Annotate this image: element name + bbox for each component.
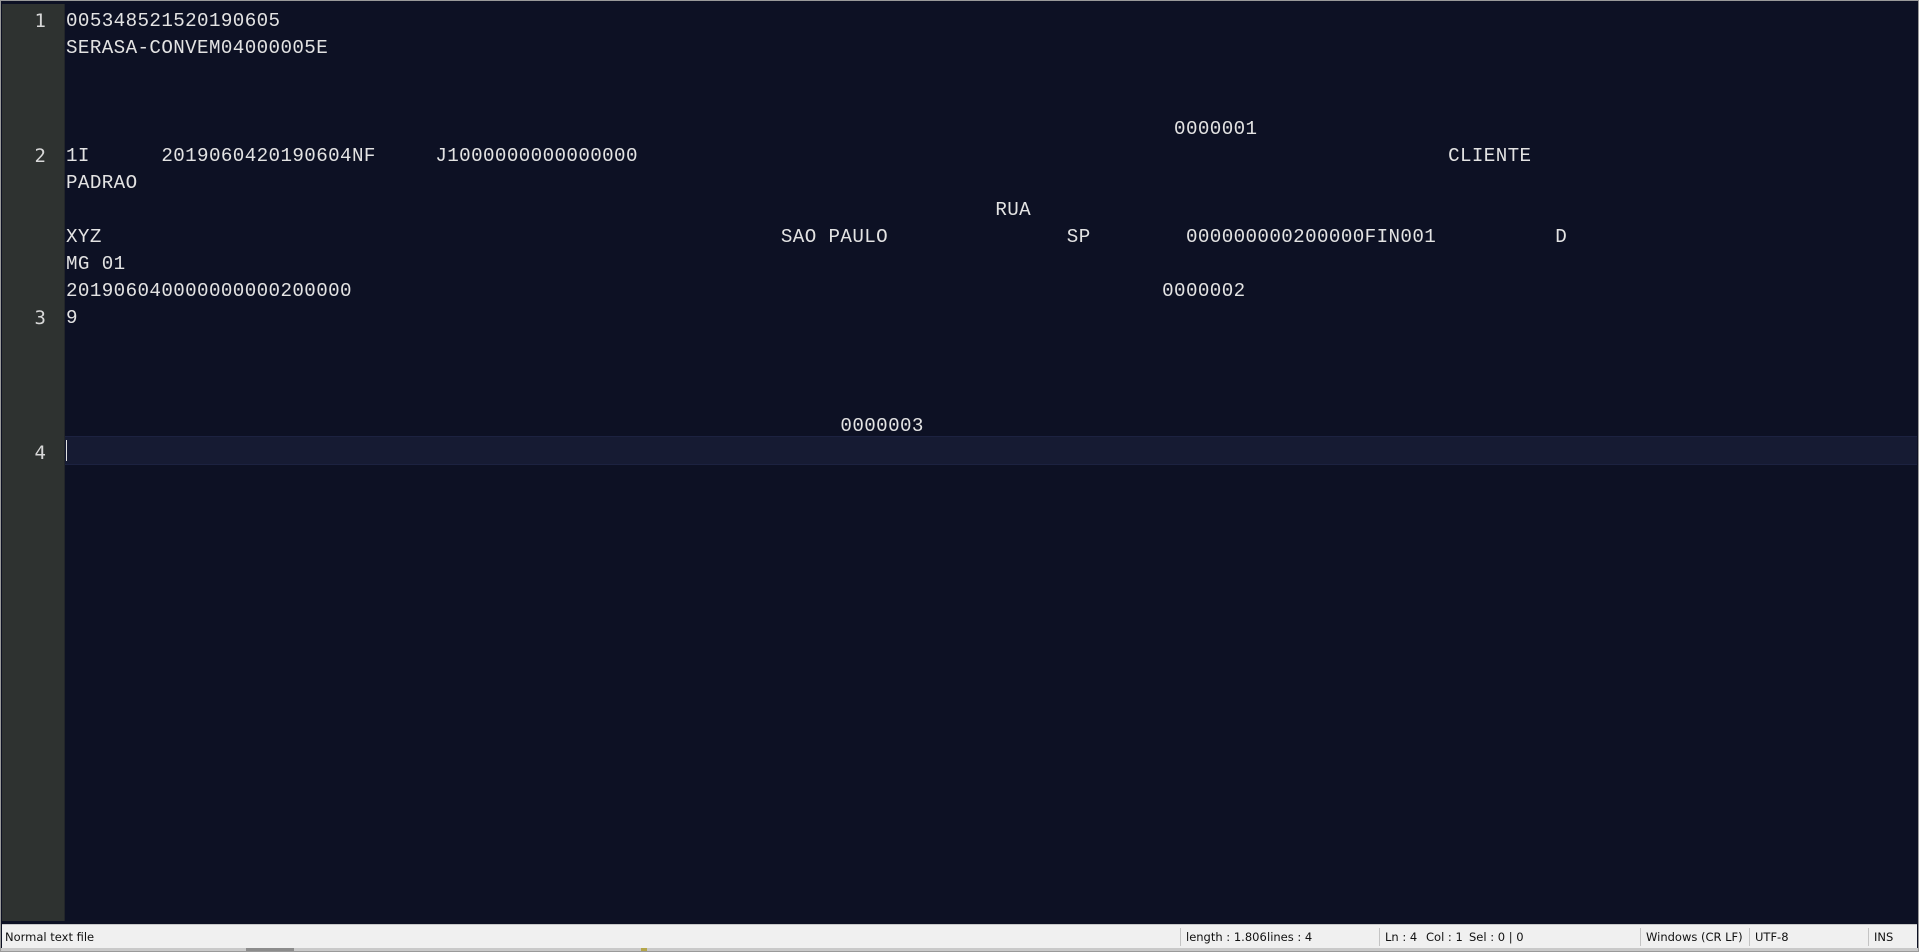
status-bar: Normal text file length : 1.806 lines : … [2,924,1917,949]
status-lines: lines : 4 [1267,930,1313,944]
text-row: 005348521520190605 [66,10,281,32]
text-row: 9 [66,307,78,329]
status-typing-mode[interactable]: INS [1871,925,1915,949]
text-content-area[interactable]: 005348521520190605 SERASA-CONVEM04000005… [65,4,1917,921]
text-row: PADRAO [66,172,138,194]
status-file-type: Normal text file [5,930,95,944]
status-separator [1749,928,1750,946]
line-number-1: 1 [34,10,46,32]
status-column: Col : 1 [1426,930,1463,944]
line-number-4: 4 [34,442,46,464]
line-number-3: 3 [34,307,46,329]
notepad-plus-plus-window: 1 2 3 4 005348521520190605 SERASA-CONVEM… [0,0,1919,952]
status-encoding[interactable]: UTF-8 [1752,925,1862,949]
status-separator [1868,928,1869,946]
status-selection: Sel : 0 | 0 [1469,930,1524,944]
text-row: MG 01 [66,253,126,275]
status-separator [1640,928,1641,946]
text-row: SERASA-CONVEM04000005E [66,37,329,59]
text-row: 0000001 [66,118,1258,140]
text-row: XYZ SAO PAULO SP 000000000200000FIN001 D [66,226,1568,248]
current-line-highlight [65,436,1917,465]
status-length: length : 1.806 [1186,930,1267,944]
line-number-2: 2 [34,145,46,167]
line-number-gutter[interactable]: 1 2 3 4 [2,4,65,921]
text-row: 201906040000000000200000 0000002 [66,280,1246,302]
text-row: 0000003 [66,415,924,437]
text-row: RUA [66,199,1032,221]
status-eol-format[interactable]: Windows (CR LF) [1643,925,1753,949]
text-caret [66,440,67,461]
status-line-number: Ln : 4 [1385,930,1418,944]
taskbar-indicator [641,948,647,951]
text-row: 1I 2019060420190604NF J1000000000000000 … [66,145,1532,167]
taskbar-indicator [246,948,294,951]
text-editor[interactable]: 1 2 3 4 005348521520190605 SERASA-CONVEM… [2,4,1917,921]
status-separator [1180,928,1181,946]
status-separator [1379,928,1380,946]
